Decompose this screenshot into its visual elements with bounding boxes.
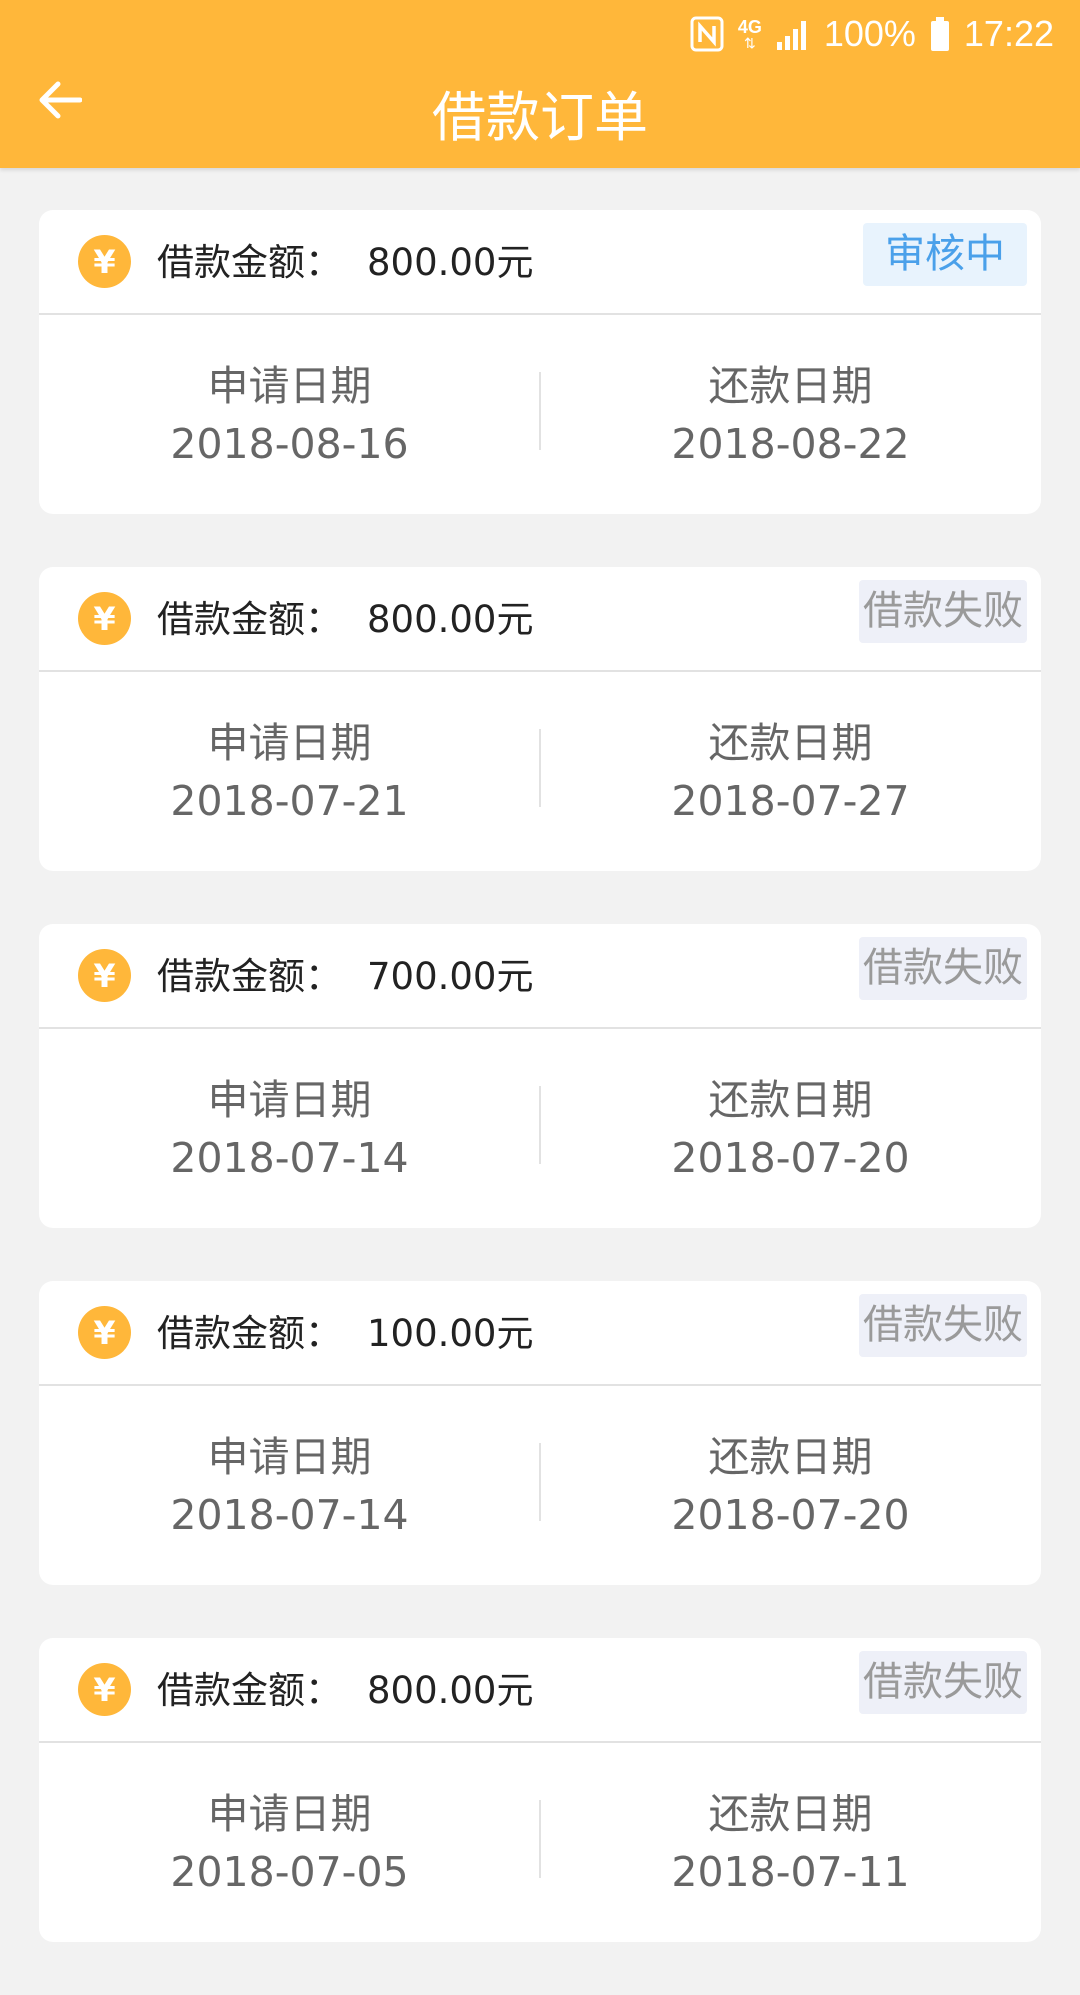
app-bar: 4G ⇅ 100% 17:22 借款订单	[0, 0, 1080, 168]
repay-date-column: 还款日期 2018-07-27	[540, 714, 1041, 830]
network-4g-icon: 4G ⇅	[737, 17, 762, 51]
amount-value: 800.00元	[367, 1669, 534, 1712]
order-card-body: 申请日期 2018-07-14 还款日期 2018-07-20	[39, 1029, 1041, 1228]
order-list: ¥ 借款金额： 800.00元 审核中 申请日期 2018-08-16 还款日期…	[39, 210, 1041, 1995]
amount-label: 借款金额：	[157, 1312, 342, 1355]
battery-percent: 100%	[823, 13, 916, 54]
status-bar: 4G ⇅ 100% 17:22	[0, 0, 1080, 68]
order-card[interactable]: ¥ 借款金额： 800.00元 借款失败 申请日期 2018-07-21 还款日…	[39, 567, 1041, 871]
apply-date-value: 2018-07-14	[170, 1491, 409, 1539]
order-card[interactable]: ¥ 借款金额： 800.00元 审核中 申请日期 2018-08-16 还款日期…	[39, 210, 1041, 514]
repay-date-value: 2018-07-20	[671, 1491, 910, 1539]
amount-value: 800.00元	[367, 241, 534, 284]
order-card-header: ¥ 借款金额： 800.00元 借款失败	[39, 1638, 1041, 1743]
status-badge: 借款失败	[859, 580, 1027, 643]
nfc-icon	[690, 16, 724, 52]
order-card-header: ¥ 借款金额： 800.00元 审核中	[39, 210, 1041, 315]
battery-icon	[930, 17, 950, 51]
yen-icon: ¥	[78, 1663, 131, 1716]
network-type-label: 4G	[737, 17, 762, 37]
apply-date-column: 申请日期 2018-07-21	[39, 714, 540, 830]
repay-date-column: 还款日期 2018-07-20	[540, 1071, 1041, 1187]
apply-date-value: 2018-08-16	[170, 420, 409, 468]
apply-date-value: 2018-07-05	[170, 1848, 409, 1896]
order-card-body: 申请日期 2018-07-14 还款日期 2018-07-20	[39, 1386, 1041, 1585]
repay-date-column: 还款日期 2018-07-11	[540, 1785, 1041, 1901]
apply-date-label: 申请日期	[207, 1433, 372, 1481]
page-title: 借款订单	[432, 86, 648, 149]
order-card-header: ¥ 借款金额： 700.00元 借款失败	[39, 924, 1041, 1029]
yen-icon: ¥	[78, 1306, 131, 1359]
amount-value: 100.00元	[367, 1312, 534, 1355]
repay-date-label: 还款日期	[708, 1433, 873, 1481]
apply-date-value: 2018-07-21	[170, 777, 409, 825]
repay-date-label: 还款日期	[708, 1790, 873, 1838]
signal-icon	[776, 18, 810, 50]
order-card-body: 申请日期 2018-08-16 还款日期 2018-08-22	[39, 315, 1041, 514]
amount-value: 700.00元	[367, 955, 534, 998]
apply-date-label: 申请日期	[207, 1076, 372, 1124]
amount-label: 借款金额：	[157, 241, 342, 284]
order-card[interactable]: ¥ 借款金额： 100.00元 借款失败 申请日期 2018-07-14 还款日…	[39, 1281, 1041, 1585]
status-badge: 审核中	[863, 223, 1027, 286]
repay-date-column: 还款日期 2018-07-20	[540, 1428, 1041, 1544]
amount-label: 借款金额：	[157, 598, 342, 641]
yen-icon: ¥	[78, 592, 131, 645]
amount-value: 800.00元	[367, 598, 534, 641]
repay-date-label: 还款日期	[708, 1076, 873, 1124]
apply-date-column: 申请日期 2018-07-05	[39, 1785, 540, 1901]
repay-date-column: 还款日期 2018-08-22	[540, 357, 1041, 473]
order-card-body: 申请日期 2018-07-21 还款日期 2018-07-27	[39, 672, 1041, 871]
clock: 17:22	[963, 13, 1054, 54]
yen-icon: ¥	[78, 235, 131, 288]
order-card[interactable]: ¥ 借款金额： 800.00元 借款失败 申请日期 2018-07-05 还款日…	[39, 1638, 1041, 1942]
apply-date-label: 申请日期	[207, 1790, 372, 1838]
order-card-header: ¥ 借款金额： 800.00元 借款失败	[39, 567, 1041, 672]
status-badge: 借款失败	[859, 1294, 1027, 1357]
repay-date-value: 2018-07-11	[671, 1848, 910, 1896]
apply-date-value: 2018-07-14	[170, 1134, 409, 1182]
status-badge: 借款失败	[859, 937, 1027, 1000]
amount-label: 借款金额：	[157, 1669, 342, 1712]
apply-date-column: 申请日期 2018-07-14	[39, 1428, 540, 1544]
order-card[interactable]: ¥ 借款金额： 700.00元 借款失败 申请日期 2018-07-14 还款日…	[39, 924, 1041, 1228]
apply-date-label: 申请日期	[207, 719, 372, 767]
yen-icon: ¥	[78, 949, 131, 1002]
repay-date-value: 2018-07-27	[671, 777, 910, 825]
repay-date-value: 2018-07-20	[671, 1134, 910, 1182]
apply-date-column: 申请日期 2018-08-16	[39, 357, 540, 473]
amount-label: 借款金额：	[157, 955, 342, 998]
order-card-header: ¥ 借款金额： 100.00元 借款失败	[39, 1281, 1041, 1386]
apply-date-column: 申请日期 2018-07-14	[39, 1071, 540, 1187]
repay-date-value: 2018-08-22	[671, 420, 910, 468]
apply-date-label: 申请日期	[207, 362, 372, 410]
status-badge: 借款失败	[859, 1651, 1027, 1714]
repay-date-label: 还款日期	[708, 719, 873, 767]
repay-date-label: 还款日期	[708, 362, 873, 410]
order-card-body: 申请日期 2018-07-05 还款日期 2018-07-11	[39, 1743, 1041, 1942]
